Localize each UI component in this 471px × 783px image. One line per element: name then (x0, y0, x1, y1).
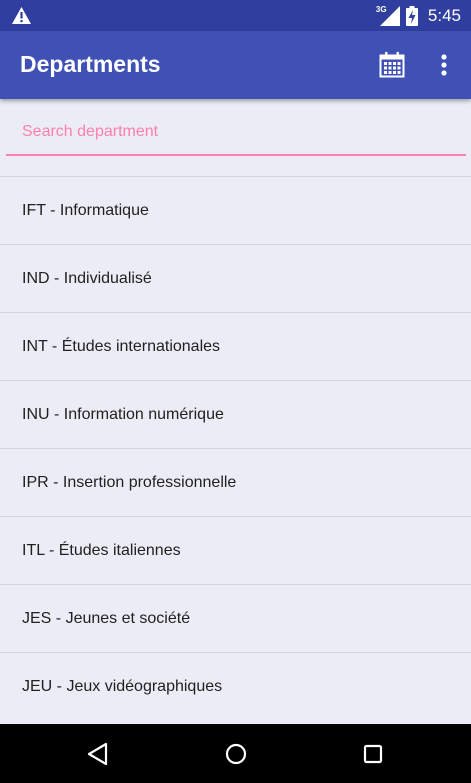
back-icon (87, 742, 108, 766)
list-item[interactable]: IND - Individualisé (0, 244, 471, 312)
signal-indicator: 3G (376, 5, 400, 26)
status-bar: 3G 5:45 (0, 0, 471, 31)
list-item[interactable]: IFT - Informatique (0, 176, 471, 244)
home-button[interactable] (222, 740, 250, 768)
list-item[interactable]: INT - Études internationales (0, 312, 471, 380)
signal-icon (379, 5, 400, 26)
list-item[interactable]: ITL - Études italiennes (0, 516, 471, 584)
page-title: Departments (20, 51, 161, 77)
list-item[interactable]: INU - Information numérique (0, 380, 471, 448)
list-item[interactable]: JEU - Jeux vidéographiques (0, 652, 471, 720)
navigation-bar (0, 724, 471, 783)
calendar-icon (379, 52, 405, 78)
list-item[interactable]: JES - Jeunes et société (0, 584, 471, 652)
department-list[interactable]: IFT - Informatique IND - Individualisé I… (0, 176, 471, 724)
warning-icon (12, 7, 31, 24)
overflow-menu-icon (441, 54, 447, 76)
recents-button[interactable] (359, 740, 387, 768)
list-item[interactable]: IPR - Insertion professionnelle (0, 448, 471, 516)
recents-icon (363, 744, 383, 764)
home-icon (225, 743, 247, 765)
clock: 5:45 (427, 5, 461, 25)
calendar-button[interactable] (378, 51, 406, 79)
app-bar: Departments (0, 31, 471, 99)
back-button[interactable] (84, 740, 112, 768)
overflow-menu-button[interactable] (432, 51, 456, 79)
search-container (6, 110, 466, 158)
battery-charging-icon (405, 5, 418, 26)
search-input[interactable] (6, 110, 466, 156)
